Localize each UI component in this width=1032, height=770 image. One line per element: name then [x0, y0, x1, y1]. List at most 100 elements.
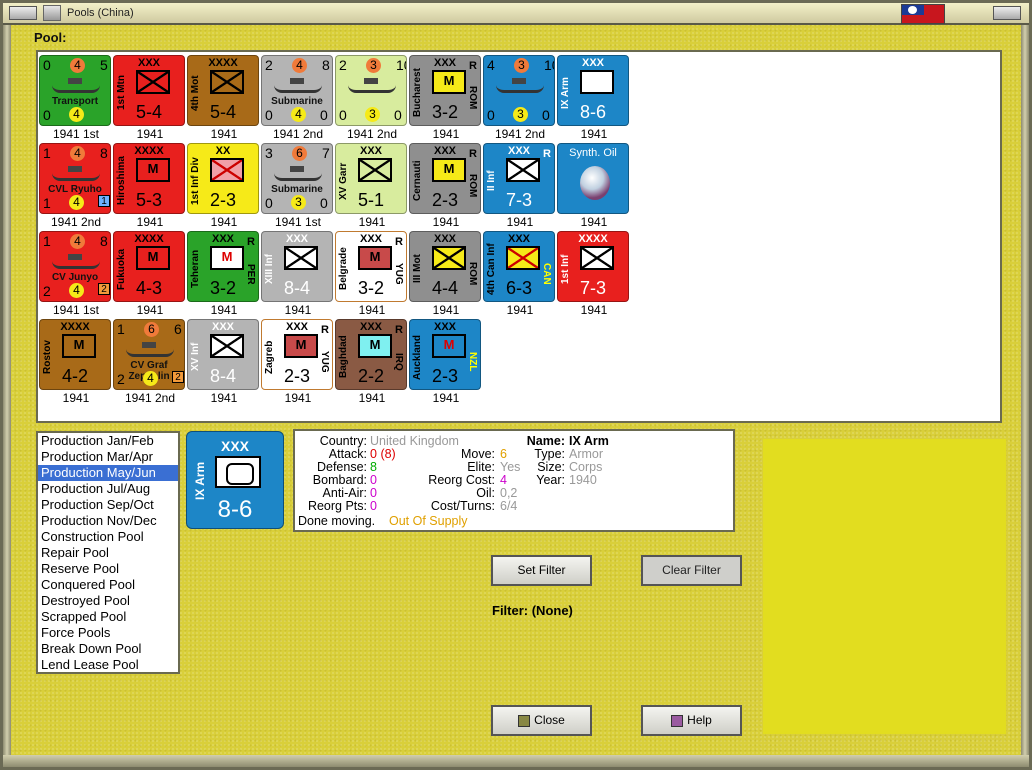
pool-counter[interactable]: 1 4 8 CV Junyo 2 4 2 1941 1st [39, 231, 113, 317]
pool-counter[interactable]: 0 4 5 Transport 0 4 1941 1st [39, 55, 113, 141]
counter-label: 1941 [210, 127, 238, 141]
counter-face: XXX 4th Can Inf CAN 6-3 [483, 231, 555, 302]
pool-list-item[interactable]: Scrapped Pool [38, 609, 178, 625]
naval-top-values: 1 66 [114, 320, 184, 338]
naval-top-values: 2 3 10 [336, 56, 406, 74]
pool-counter[interactable]: 3 6 7 Submarine 0 3 0 1941 1st [261, 143, 335, 229]
window-title: Pools (China) [67, 7, 134, 19]
ship-silhouette-icon [126, 342, 174, 357]
clear-filter-button[interactable]: Clear Filter [641, 555, 742, 586]
counter-label: 1941 [136, 303, 164, 317]
armor-symbol-icon [215, 456, 261, 488]
pool-counter[interactable]: XXXX 4th Mot 5-4 1941 [187, 55, 261, 141]
counter-label: 1941 [358, 215, 386, 229]
pool-counter[interactable]: XXXX 1st Inf 7-3 1941 [557, 231, 631, 317]
pool-list-item[interactable]: Break Down Pool [38, 641, 178, 657]
counter-label: 1941 [62, 391, 90, 405]
pool-counter[interactable]: XXX 4th Can Inf CAN 6-3 1941 [483, 231, 557, 317]
pool-list-item[interactable]: Lend Lease Pool [38, 657, 178, 673]
unit-strength: 3-2 [357, 278, 384, 298]
pool-counter[interactable]: 43100301941 2nd [483, 55, 557, 141]
counter-label: 1941 [284, 391, 312, 405]
pool-counter[interactable]: 23100301941 2nd [335, 55, 409, 141]
pool-list-item[interactable]: Production Jan/Feb [38, 433, 178, 449]
counter-face: XXX 1st Mtn 5-4 [113, 55, 185, 126]
counter-face: 1 4 8 CVL Ryuho 1 4 1 [39, 143, 111, 214]
pool-counter[interactable]: XXX III Mot ROM 4-4 1941 [409, 231, 483, 317]
pool-counter[interactable]: 2 4 8 Submarine 0 4 0 1941 2nd [261, 55, 335, 141]
pool-list-item[interactable]: Force Pools [38, 625, 178, 641]
antiair-value: 0 [370, 486, 377, 500]
naval-value: 4 [70, 58, 85, 73]
counter-face: 2 4 8 Submarine 0 4 0 [261, 55, 333, 126]
pool-list-item[interactable]: Repair Pool [38, 545, 178, 561]
window-menu-button[interactable] [9, 6, 37, 20]
pool-area: 0 4 5 Transport 0 4 1941 1st XXX 1st Mtn 5-4 1941 X… [36, 50, 1002, 423]
ship-name: CV Junyo [51, 272, 99, 283]
counter-face: 3 6 7 Submarine 0 3 0 [261, 143, 333, 214]
pool-counter[interactable]: XXX Auckland NZL M 2-3 1941 [409, 319, 483, 405]
pool-list[interactable]: Production Jan/Feb Production Mar/Apr Prod… [36, 431, 180, 674]
year-value: 1940 [569, 473, 597, 487]
pool-counter[interactable]: XX 1st Inf Div 2-3 1941 [187, 143, 261, 229]
pool-list-item[interactable]: Production Jul/Aug [38, 481, 178, 497]
pool-counter[interactable]: 1 4 8 CVL Ryuho 1 4 1 1941 2nd [39, 143, 113, 229]
naval-value: 4 [487, 57, 495, 73]
pool-counter[interactable]: XXX Teheran PER R M 3-2 1941 [187, 231, 261, 317]
title-bar: Pools (China) [3, 3, 1029, 25]
naval-top-values: 4 3 10 [484, 56, 554, 74]
naval-value: 0 [394, 107, 402, 123]
naval-value: 0 [339, 107, 347, 123]
pool-counter[interactable]: XXX Bucharest ROM R M 3-2 1941 [409, 55, 483, 141]
naval-value: 4 [143, 371, 158, 386]
pool-counter[interactable]: XXX Zagreb YUG R M 2-3 1941 [261, 319, 335, 405]
counter-face: Synth. Oil [557, 143, 629, 214]
help-button[interactable]: Help [641, 705, 742, 736]
pool-counter[interactable]: XXX XV Garr 5-1 1941 [335, 143, 409, 229]
pool-counter[interactable]: 166CV Graf Zeppelin2421941 2nd [113, 319, 187, 405]
unit-side: R [395, 324, 403, 336]
pool-list-item[interactable]: Production Nov/Dec [38, 513, 178, 529]
naval-value: 0 [43, 57, 51, 73]
pool-counter[interactable]: XXX Baghdad IRQ R M 2-2 1941 [335, 319, 409, 405]
close-button[interactable]: Close [491, 705, 592, 736]
pool-list-item[interactable]: Conquered Pool [38, 577, 178, 593]
pool-counter[interactable]: XXX 1st Mtn 5-4 1941 [113, 55, 187, 141]
pool-counter[interactable]: XXX IX Arm 8-6 1941 [557, 55, 631, 141]
counter-face: 2310030 [335, 55, 407, 126]
attack-extra: (8) [380, 447, 396, 461]
counter-label: 1941 [580, 303, 608, 317]
pool-list-item[interactable]: Construction Pool [38, 529, 178, 545]
naval-value: 1 [43, 233, 51, 249]
naval-bottom-values: 040 [262, 107, 332, 125]
naval-value: 6 [292, 146, 307, 161]
ship-silhouette-icon [274, 78, 322, 93]
unit-strength: 5-1 [357, 190, 384, 210]
pool-counter[interactable]: XXXX Hiroshima M 5-3 1941 [113, 143, 187, 229]
naval-value: 3 [513, 107, 528, 122]
unit-strength: 5-3 [135, 190, 162, 210]
pool-counter[interactable]: XXXX Fukuoka M 4-3 1941 [113, 231, 187, 317]
pool-counter[interactable]: XXX XIII Inf 8-4 1941 [261, 231, 335, 317]
window-close-button[interactable] [993, 6, 1021, 20]
pool-counter[interactable]: XXX XV Inf 8-4 1941 [187, 319, 261, 405]
pool-list-item[interactable]: Production Sep/Oct [38, 497, 178, 513]
set-filter-button[interactable]: Set Filter [491, 555, 592, 586]
pool-counter[interactable]: XXX II Inf R 7-3 1941 [483, 143, 557, 229]
pool-list-item[interactable]: Production May/Jun [38, 465, 178, 481]
counter-face: XXX XV Garr 5-1 [335, 143, 407, 214]
pool-counter[interactable]: Synth. Oil 1941 [557, 143, 631, 229]
pool-list-item[interactable]: Destroyed Pool [38, 593, 178, 609]
unit-side: R [543, 148, 551, 160]
naval-bottom-values: 2 4 2 [114, 371, 184, 389]
counter-label: 1941 [432, 303, 460, 317]
unit-side: R [321, 324, 329, 336]
pool-list-item[interactable]: Production Mar/Apr [38, 449, 178, 465]
pool-list-item[interactable]: Reserve Pool [38, 561, 178, 577]
naval-value: 0 [487, 107, 495, 123]
naval-value: 3 [291, 195, 306, 210]
pool-counter[interactable]: XXXX Rostov M 4-2 1941 [39, 319, 113, 405]
pool-counter[interactable]: XXX Cernauti ROM R M 2-3 1941 [409, 143, 483, 229]
unit-side: R [247, 236, 255, 248]
pool-counter[interactable]: XXX Belgrade YUG R M 3-2 1941 [335, 231, 409, 317]
